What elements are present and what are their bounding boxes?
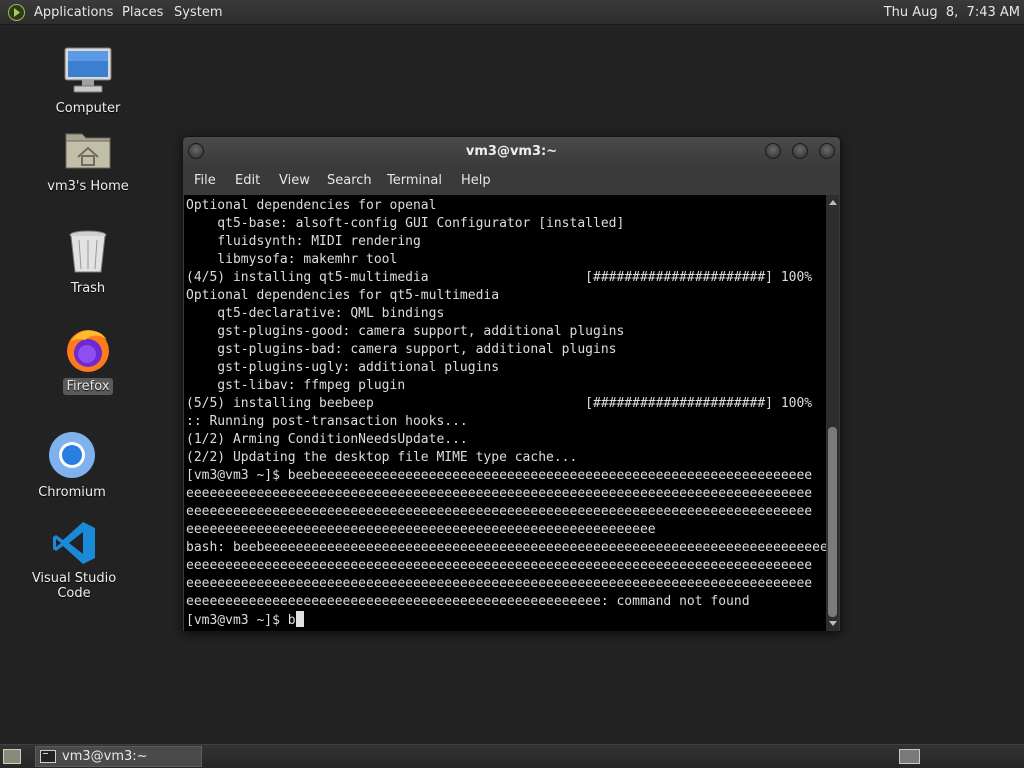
terminal-line: eeeeeeeeeeeeeeeeeeeeeeeeeeeeeeeeeeeeeeee… <box>186 504 813 519</box>
terminal-line: eeeeeeeeeeeeeeeeeeeeeeeeeeeeeeeeeeeeeeee… <box>186 594 750 609</box>
terminal-line: Optional dependencies for openal <box>186 198 437 213</box>
desktop-icon-chromium[interactable]: Chromium <box>12 430 132 501</box>
menu-file[interactable]: File <box>194 173 216 189</box>
minimize-button[interactable] <box>765 143 781 159</box>
terminal-line: Optional dependencies for qt5-multimedia <box>186 288 500 303</box>
computer-icon <box>64 47 112 93</box>
terminal-line: gst-libav: ffmpeg plugin <box>186 378 406 393</box>
terminal-line: eeeeeeeeeeeeeeeeeeeeeeeeeeeeeeeeeeeeeeee… <box>186 576 813 591</box>
terminal-line: qt5-base: alsoft-config GUI Configurator… <box>186 216 625 231</box>
terminal-line: libmysofa: makemhr tool <box>186 252 398 267</box>
show-desktop-icon[interactable] <box>3 749 21 764</box>
desktop-icon-label: Chromium <box>38 485 106 500</box>
scrollbar-thumb[interactable] <box>828 427 837 617</box>
places-menu[interactable]: Places <box>122 4 163 21</box>
scroll-down-arrow-icon[interactable] <box>829 621 837 626</box>
desktop-icon-label: Firefox <box>63 378 113 395</box>
desktop-icon-computer[interactable]: Computer <box>28 44 148 117</box>
desktop-icon-firefox[interactable]: Firefox <box>28 326 148 395</box>
terminal-line: eeeeeeeeeeeeeeeeeeeeeeeeeeeeeeeeeeeeeeee… <box>186 522 656 537</box>
terminal-line: (4/5) installing qt5-multimedia [#######… <box>186 270 813 285</box>
desktop-icon-label: Computer <box>55 101 121 116</box>
firefox-icon <box>67 330 109 372</box>
scroll-up-arrow-icon[interactable] <box>829 200 837 205</box>
terminal-line: eeeeeeeeeeeeeeeeeeeeeeeeeeeeeeeeeeeeeeee… <box>186 558 813 573</box>
terminal-line: qt5-declarative: QML bindings <box>186 306 445 321</box>
system-menu[interactable]: System <box>174 4 222 21</box>
terminal-line: (5/5) installing beebeep [##############… <box>186 396 813 411</box>
terminal-scrollbar[interactable] <box>826 195 839 631</box>
terminal-line: gst-plugins-bad: camera support, additio… <box>186 342 617 357</box>
workspace-switcher-icon[interactable] <box>899 749 920 764</box>
trash-icon <box>69 230 107 273</box>
desktop-icon-home[interactable]: vm3's Home <box>28 126 148 195</box>
taskbar-terminal-button[interactable]: vm3@vm3:~ <box>35 746 202 767</box>
desktop-icon-label: Visual Studio Code <box>31 571 117 601</box>
desktop-icon-trash[interactable]: Trash <box>28 228 148 297</box>
text-cursor <box>295 611 304 627</box>
terminal-line: fluidsynth: MIDI rendering <box>186 234 421 249</box>
terminal-line: eeeeeeeeeeeeeeeeeeeeeeeeeeeeeeeeeeeeeeee… <box>186 486 813 501</box>
terminal-line: (1/2) Arming ConditionNeedsUpdate... <box>186 432 468 447</box>
maximize-button[interactable] <box>792 143 808 159</box>
applications-menu[interactable]: Applications <box>34 4 113 21</box>
menu-view[interactable]: View <box>279 173 310 189</box>
terminal-prompt[interactable]: [vm3@vm3 ~]$ b <box>186 611 827 629</box>
top-panel: Applications Places System Thu Aug 8, 7:… <box>0 0 1024 25</box>
terminal-line: :: Running post-transaction hooks... <box>186 414 468 429</box>
chromium-icon <box>49 432 95 478</box>
terminal-menubar: File Edit View Search Terminal Help <box>183 167 840 195</box>
prompt-text: [vm3@vm3 ~]$ b <box>186 613 296 628</box>
home-folder-icon <box>65 133 111 169</box>
vscode-icon <box>53 522 95 564</box>
desktop-icon-label: Trash <box>70 281 106 296</box>
taskbar-label: vm3@vm3:~ <box>62 749 148 764</box>
menu-terminal[interactable]: Terminal <box>387 173 442 189</box>
bottom-panel: vm3@vm3:~ <box>0 744 1024 768</box>
terminal-line: gst-plugins-good: camera support, additi… <box>186 324 625 339</box>
terminal-output[interactable]: Optional dependencies for openal qt5-bas… <box>184 195 827 631</box>
desktop-icon-vscode[interactable]: Visual Studio Code <box>14 520 134 602</box>
window-title: vm3@vm3:~ <box>465 144 558 159</box>
terminal-line: bash: beebeeeeeeeeeeeeeeeeeeeeeeeeeeeeee… <box>186 540 827 555</box>
menu-help[interactable]: Help <box>461 173 491 189</box>
terminal-line: [vm3@vm3 ~]$ beebeeeeeeeeeeeeeeeeeeeeeee… <box>186 468 813 483</box>
terminal-titlebar[interactable]: vm3@vm3:~ <box>183 137 840 167</box>
menu-search[interactable]: Search <box>327 173 372 189</box>
desktop-icon-label: vm3's Home <box>47 179 129 194</box>
terminal-line: gst-plugins-ugly: additional plugins <box>186 360 500 375</box>
terminal-line: (2/2) Updating the desktop file MIME typ… <box>186 450 578 465</box>
terminal-window[interactable]: vm3@vm3:~ File Edit View Search Terminal… <box>182 136 841 632</box>
terminal-icon <box>40 750 56 763</box>
clock[interactable]: Thu Aug 8, 7:43 AM <box>884 4 1020 21</box>
gnome-foot-icon[interactable] <box>8 4 25 21</box>
close-button[interactable] <box>819 143 835 159</box>
menu-edit[interactable]: Edit <box>235 173 260 189</box>
